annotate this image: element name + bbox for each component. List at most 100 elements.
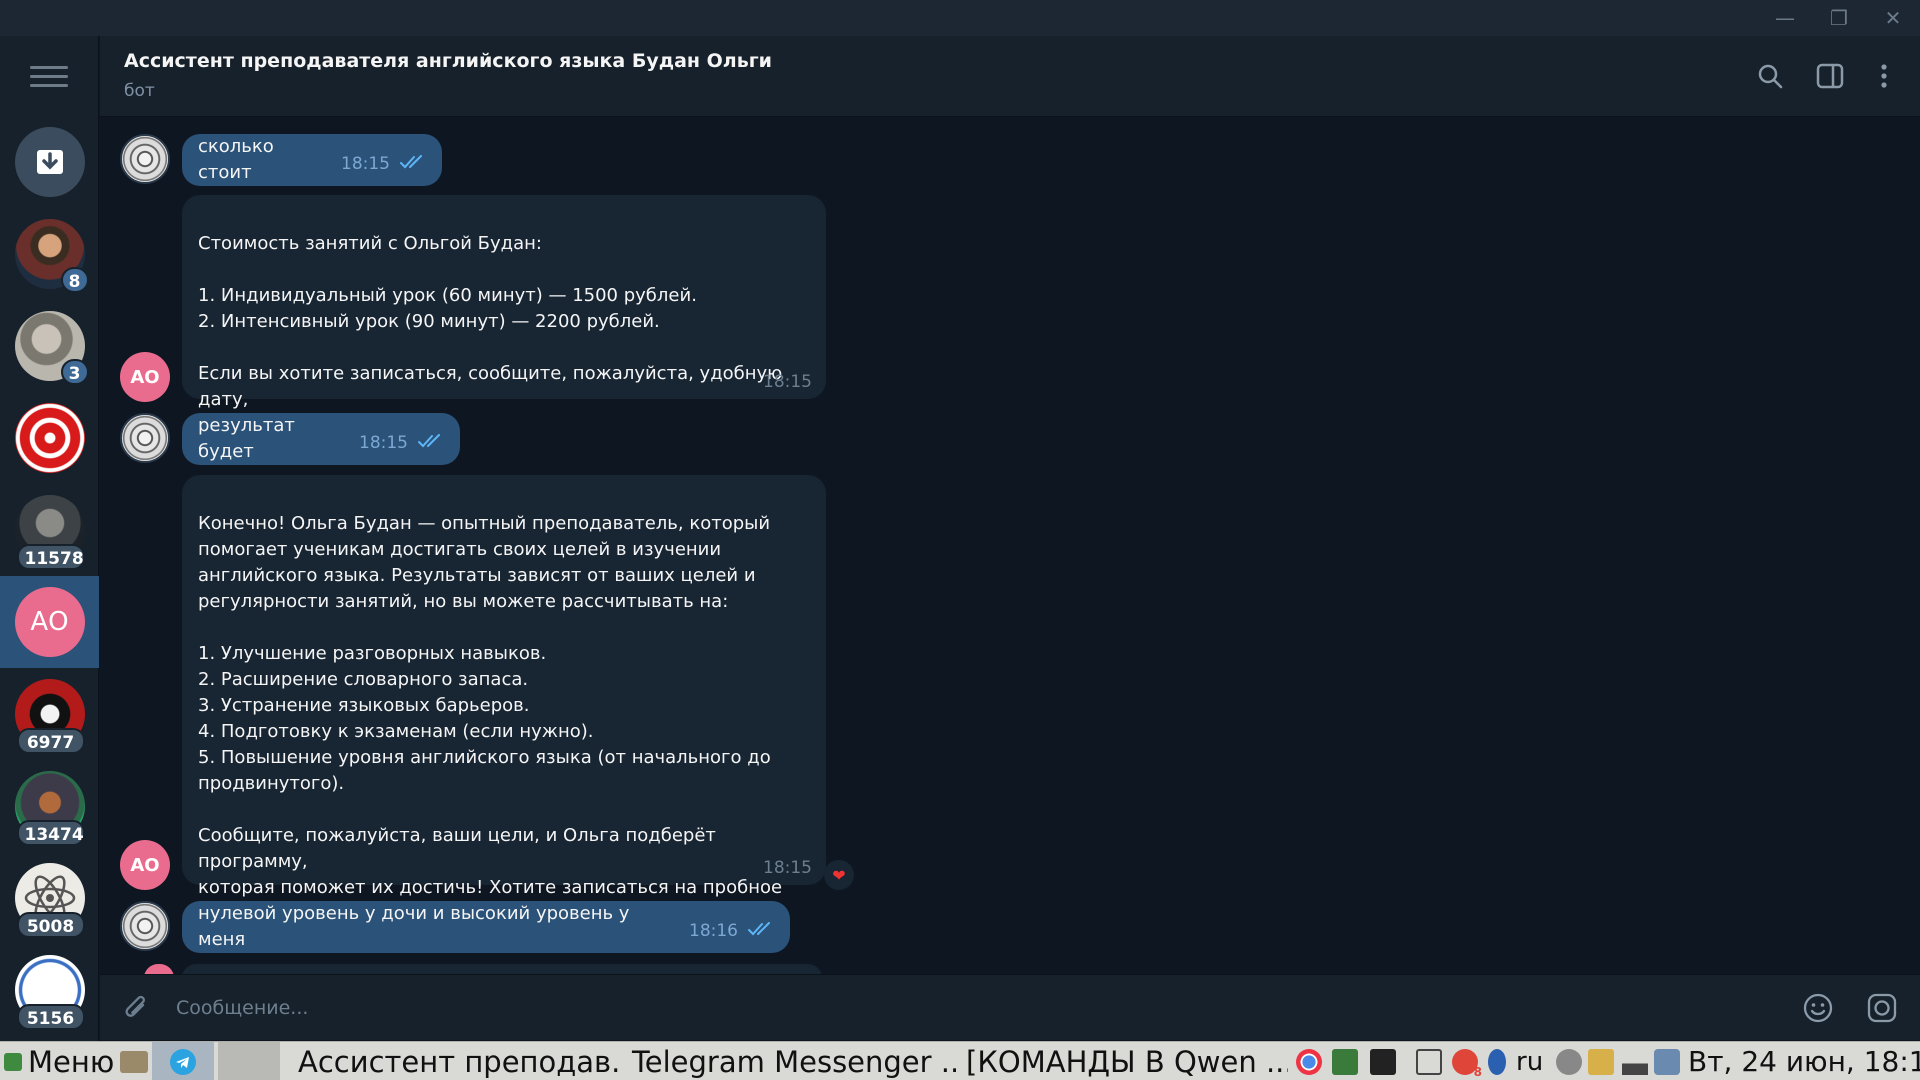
- avatar: [120, 901, 170, 951]
- search-icon[interactable]: [1752, 58, 1788, 94]
- message-text: нулевой уровень у дочи и высокий уровень…: [198, 903, 630, 950]
- folder-icon: [120, 1050, 148, 1073]
- window-label: Telegram Messenger ...: [632, 1044, 956, 1079]
- video-message-icon[interactable]: [1864, 990, 1900, 1026]
- chat-item-target[interactable]: [0, 392, 99, 484]
- clipboard-icon[interactable]: [1588, 1049, 1614, 1075]
- chat-item-soldier[interactable]: 11578: [0, 484, 99, 576]
- double-check-icon: [418, 430, 444, 456]
- empty-window-slot[interactable]: [218, 1042, 280, 1080]
- message-text: результат будет: [198, 415, 295, 462]
- chat-item-clock[interactable]: 5156: [0, 944, 99, 1036]
- chat-item-group[interactable]: 13474: [0, 760, 99, 852]
- keyboard-layout[interactable]: ru: [1516, 1042, 1543, 1080]
- unread-badge: 8: [60, 267, 89, 293]
- avatar: АО: [120, 840, 170, 890]
- message-text: Стоимость занятий с Ольгой Будан: 1. Инд…: [198, 233, 783, 436]
- avatar: 5008: [14, 863, 85, 938]
- message-time: 18:15: [341, 154, 390, 174]
- network-icon[interactable]: [1622, 1049, 1648, 1075]
- chat-subtitle: бот: [124, 81, 155, 101]
- avatar: [120, 413, 170, 463]
- avatar: 8: [14, 219, 89, 293]
- close-icon[interactable]: ✕: [1866, 0, 1920, 36]
- double-check-icon: [748, 918, 774, 944]
- message-bubble-incoming[interactable]: Конечно! Ольга Будан — опытный преподава…: [182, 475, 826, 924]
- message-bubble-outgoing[interactable]: результат будет 18:15: [182, 413, 460, 465]
- chat-item-ao-bot[interactable]: АО: [0, 576, 99, 668]
- message-time: 18:15: [359, 433, 408, 453]
- emoji-icon[interactable]: [1800, 990, 1836, 1026]
- chat-item-peter[interactable]: 8: [0, 208, 99, 300]
- chat-item-wagner[interactable]: 6977: [0, 668, 99, 760]
- archive-icon: [14, 127, 85, 197]
- avatar: 6977: [14, 679, 85, 754]
- chat-item-atom[interactable]: 5008: [0, 852, 99, 944]
- avatar: АО: [120, 352, 170, 402]
- avatar: 11578: [14, 495, 85, 570]
- restore-icon[interactable]: ❐: [1812, 0, 1866, 36]
- heart-reaction-icon[interactable]: ❤: [824, 860, 854, 890]
- window-label: [КОМАНДЫ В Qwen ...: [966, 1044, 1288, 1079]
- avatar: 3: [14, 311, 89, 385]
- chat-header: Ассистент преподавателя английского язык…: [100, 36, 1920, 117]
- notification-icon[interactable]: 8: [1452, 1049, 1482, 1079]
- avatar: [120, 134, 170, 184]
- telegram-launcher[interactable]: [152, 1042, 214, 1080]
- monitor-icon[interactable]: [1332, 1049, 1358, 1075]
- window-icon[interactable]: [1416, 1049, 1442, 1075]
- message-composer: [100, 974, 1920, 1040]
- start-menu-button[interactable]: Меню: [4, 1042, 114, 1080]
- notification-count: 8: [1473, 1065, 1482, 1079]
- telegram-icon: [170, 1048, 196, 1075]
- chat-title[interactable]: Ассистент преподавателя английского язык…: [124, 50, 772, 72]
- unread-badge: 13474: [16, 820, 85, 846]
- avatar: [144, 964, 174, 974]
- clock[interactable]: Вт, 24 июн, 18:17: [1688, 1042, 1920, 1080]
- avatar: 13474: [14, 771, 85, 846]
- message-time: 18:15: [763, 372, 812, 392]
- unread-badge: 5008: [16, 912, 85, 938]
- double-check-icon: [400, 151, 426, 177]
- message-bubble: [182, 964, 822, 974]
- message-bubble-outgoing[interactable]: нулевой уровень у дочи и высокий уровень…: [182, 901, 790, 953]
- attach-icon[interactable]: [118, 990, 154, 1026]
- message-list[interactable]: сколько стоит 18:15 АО Стоимость занятий…: [100, 118, 1920, 974]
- message-input[interactable]: [176, 987, 1656, 1029]
- minimize-icon[interactable]: —: [1758, 0, 1812, 36]
- chrome-icon[interactable]: [1296, 1049, 1322, 1075]
- taskbar-window-telegram[interactable]: Telegram Messenger ...: [626, 1042, 956, 1080]
- message-text: Конечно! Ольга Будан — опытный преподава…: [198, 513, 783, 924]
- unread-badge: 5156: [16, 1004, 85, 1030]
- files-launcher[interactable]: [120, 1042, 154, 1080]
- menu-icon[interactable]: [30, 66, 68, 88]
- terminal-icon[interactable]: [1370, 1049, 1396, 1075]
- chat-item-archive[interactable]: [0, 116, 99, 208]
- taskbar-window-qwen[interactable]: [КОМАНДЫ В Qwen ...: [960, 1042, 1288, 1080]
- system-taskbar: Меню Ассистент преподав... Telegram Mess…: [0, 1041, 1920, 1080]
- sidebar-toggle-icon[interactable]: [1812, 58, 1848, 94]
- chat-list-sidebar: 8 3 11578 АО 6977 13474 5008 5156: [0, 36, 99, 1041]
- more-vertical-icon[interactable]: [1866, 58, 1902, 94]
- avatar: АО: [14, 587, 85, 657]
- message-bubble-outgoing[interactable]: сколько стоит 18:15: [182, 134, 442, 186]
- window-titlebar: — ❐ ✕: [0, 0, 1920, 36]
- telegram-window: — ❐ ✕ 8 3 11578 АО 6977 13474 5008 5156 …: [0, 0, 1920, 1080]
- message-bubble-incoming[interactable]: Стоимость занятий с Ольгой Будан: 1. Инд…: [182, 195, 826, 436]
- unread-badge: 11578: [16, 544, 85, 570]
- taskbar-window-assistant[interactable]: Ассистент преподав...: [292, 1042, 622, 1080]
- message-time: 18:15: [763, 858, 812, 878]
- bluetooth-icon[interactable]: [1488, 1049, 1506, 1075]
- storage-icon[interactable]: [1654, 1049, 1680, 1075]
- menu-logo-icon: [4, 1052, 22, 1071]
- window-label: Ассистент преподав...: [298, 1044, 622, 1079]
- unread-badge: 3: [60, 359, 89, 385]
- message-time: 18:16: [689, 921, 738, 941]
- menu-label: Меню: [28, 1044, 115, 1079]
- chat-item-man[interactable]: 3: [0, 300, 99, 392]
- avatar: [14, 403, 85, 473]
- message-text: сколько стоит: [198, 136, 274, 183]
- unread-badge: 6977: [16, 728, 85, 754]
- volume-icon[interactable]: [1556, 1049, 1582, 1075]
- avatar: 5156: [14, 955, 85, 1030]
